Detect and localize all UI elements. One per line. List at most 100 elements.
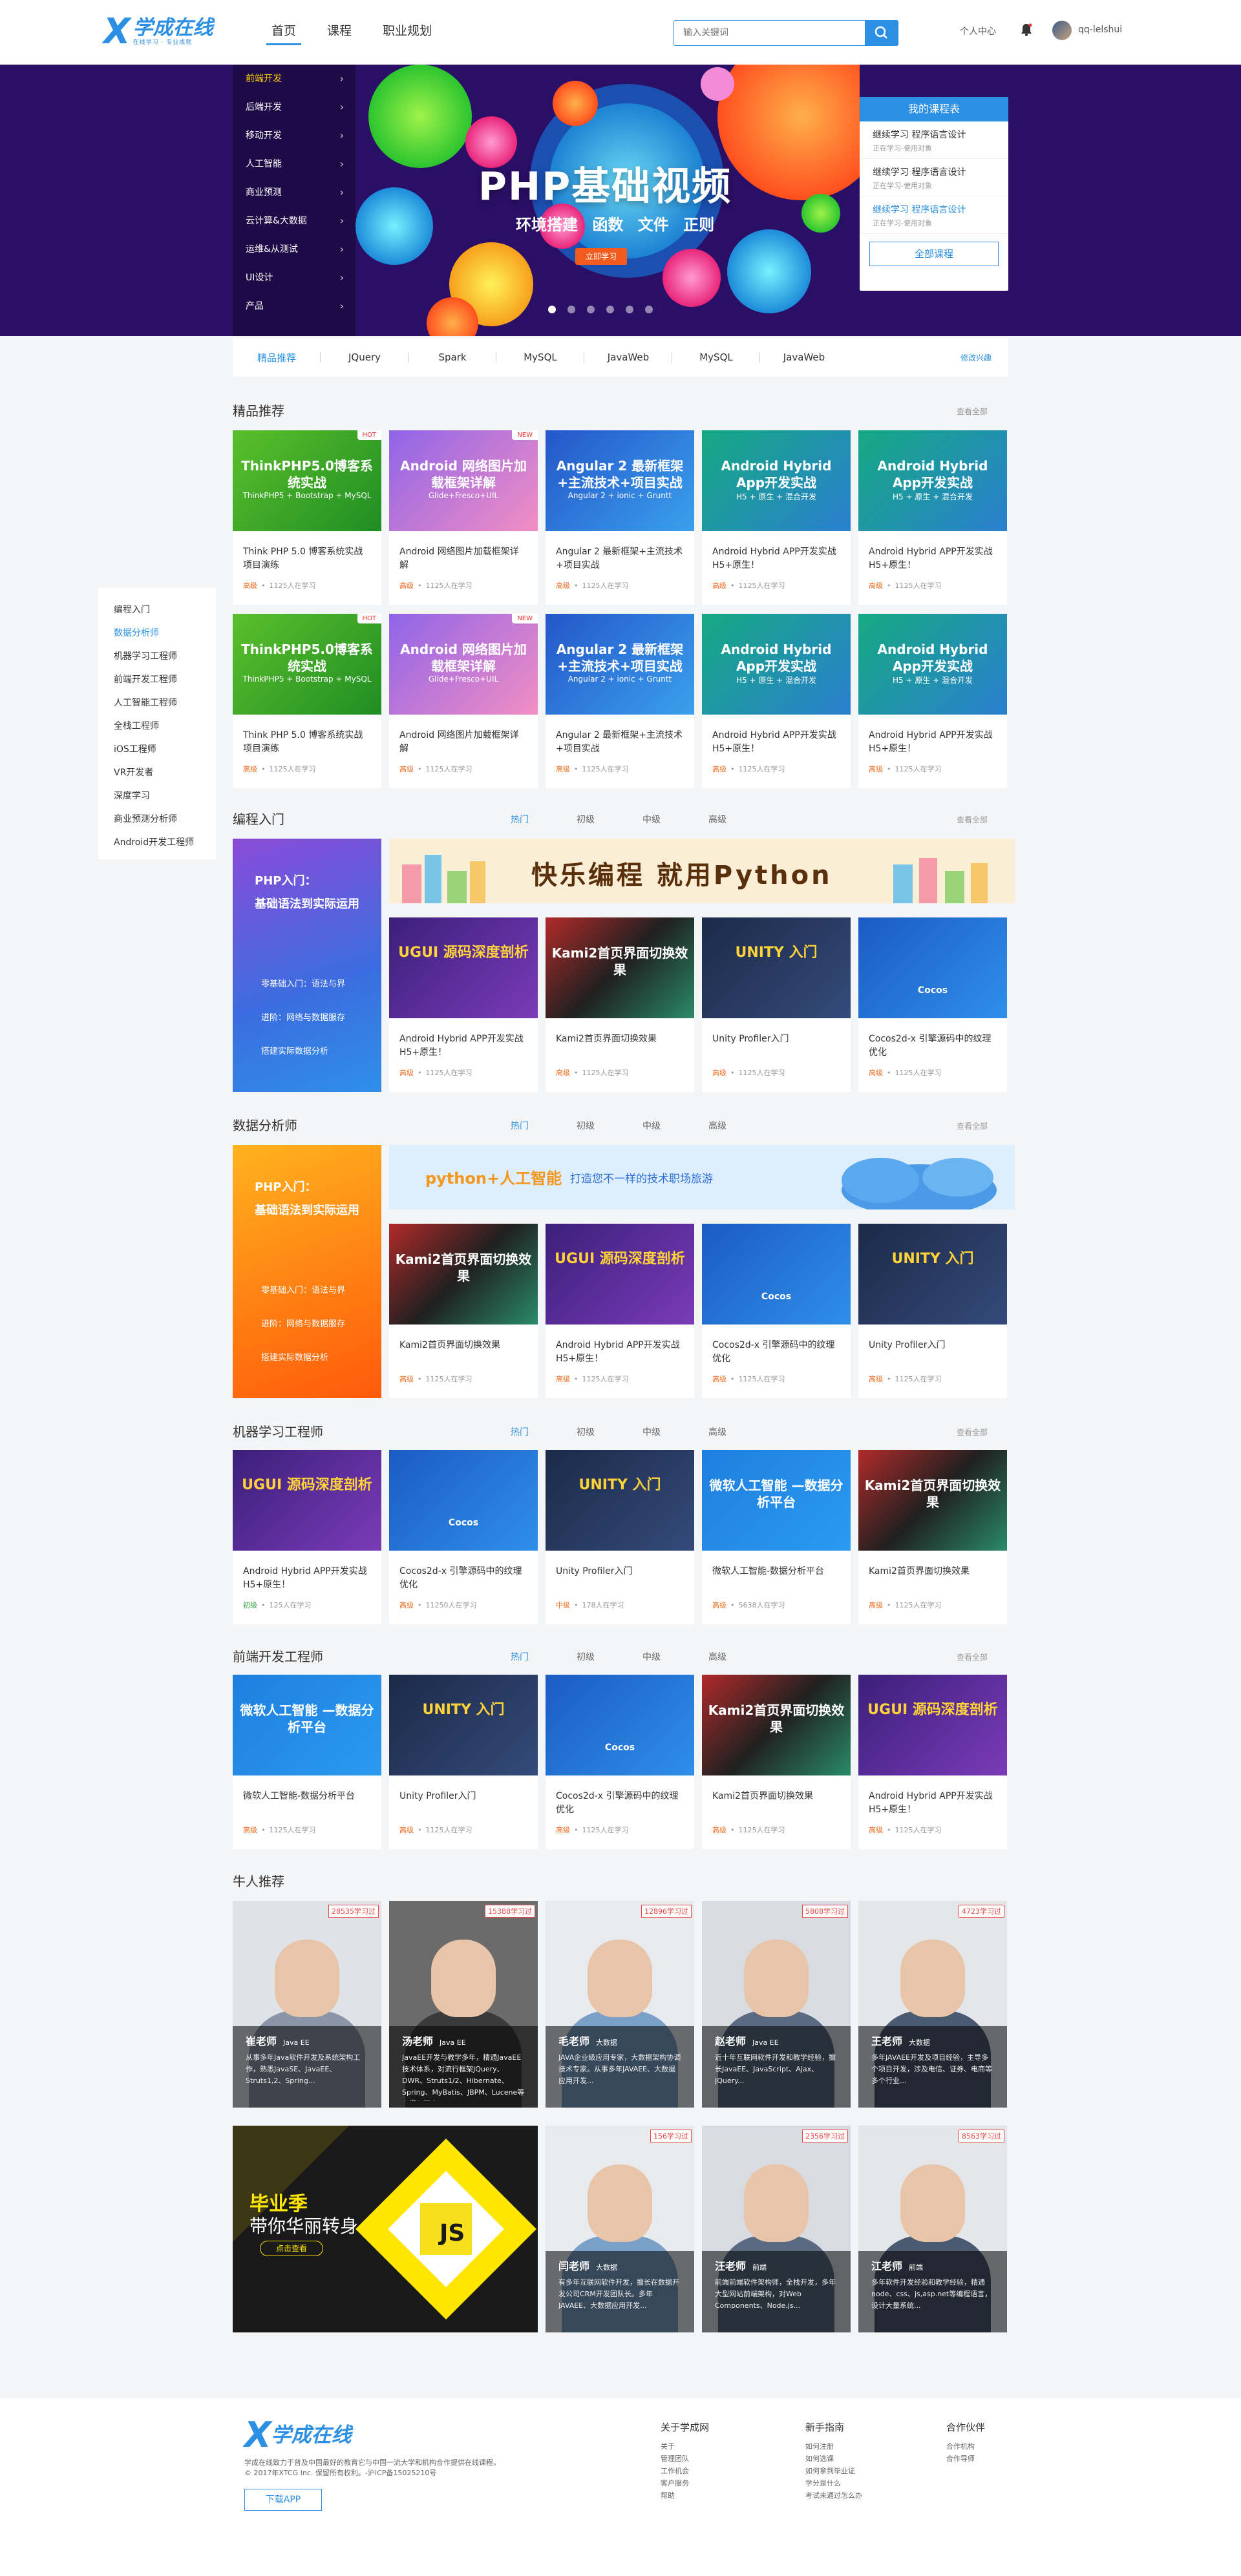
nav-home[interactable]: 首页 <box>266 17 302 45</box>
course-card[interactable]: Cocos Cocos2d-x 引擎源码中的纹理优化 高级 • 1125人在学习 <box>702 1224 851 1398</box>
course-card[interactable]: Cocos Cocos2d-x 引擎源码中的纹理优化 高级 • 11250人在学习 <box>389 1450 538 1624</box>
course-cover[interactable]: UGUI 源码深度剖析 <box>233 1450 381 1551</box>
course-card[interactable]: UNITY 入门 Unity Profiler入门 高级 • 1125人在学习 <box>858 1224 1007 1398</box>
carousel-dot[interactable] <box>567 306 575 313</box>
course-cover[interactable]: Android Hybrid App开发实战 H5 + 原生 + 混合开发 <box>702 614 851 715</box>
fe-view-all[interactable]: 查看全部 <box>957 1651 988 1662</box>
search-button[interactable] <box>865 20 898 46</box>
course-cover[interactable]: ThinkPHP5.0博客系统实战 ThinkPHP5 + Bootstrap +… <box>233 614 381 715</box>
tag-item[interactable]: JavaWeb <box>584 351 672 363</box>
footer-logo[interactable]: X 学成在线 <box>244 2418 352 2453</box>
tab-beginner[interactable]: 初级 <box>577 813 642 826</box>
footer-link[interactable]: 合作机构 <box>946 2440 985 2453</box>
course-cover[interactable]: UGUI 源码深度剖析 <box>858 1675 1007 1775</box>
course-title[interactable]: Android Hybrid APP开发实战 H5+原生！ <box>702 715 851 756</box>
course-cover[interactable]: UGUI 源码深度剖析 <box>389 917 538 1018</box>
side-nav-item[interactable]: iOS工程师 <box>98 738 216 761</box>
tab-hot[interactable]: 热门 <box>511 1119 577 1132</box>
side-nav-item[interactable]: 人工智能工程师 <box>98 691 216 715</box>
course-title[interactable]: Android 网络图片加载框架详解 <box>389 531 538 572</box>
category-item[interactable]: 产品 › <box>233 292 355 320</box>
teacher-card[interactable]: 4723学习过 王老师 大数据 多年JAVAEE开发及项目经验，主导多个项目开发，涉及… <box>858 1901 1007 2108</box>
course-title[interactable]: Cocos2d-x 引擎源码中的纹理优化 <box>858 1018 1007 1060</box>
course-title[interactable]: Think PHP 5.0 博客系统实战项目演练 <box>233 531 381 572</box>
course-cover[interactable]: UNITY 入门 <box>858 1224 1007 1325</box>
footer-link[interactable]: 帮助 <box>661 2489 709 2502</box>
course-card[interactable]: Cocos Cocos2d-x 引擎源码中的纹理优化 高级 • 1125人在学习 <box>546 1675 694 1849</box>
course-title[interactable]: Kami2首页界面切换效果 <box>702 1775 851 1817</box>
course-title[interactable]: Cocos2d-x 引擎源码中的纹理优化 <box>389 1551 538 1592</box>
course-card[interactable]: UGUI 源码深度剖析 Android Hybrid APP开发实战 H5+原生！… <box>389 917 538 1092</box>
intro-view-all[interactable]: 查看全部 <box>957 814 988 825</box>
course-card[interactable]: Cocos Cocos2d-x 引擎源码中的纹理优化 高级 • 1125人在学习 <box>858 917 1007 1092</box>
course-title[interactable]: Kami2首页界面切换效果 <box>858 1551 1007 1592</box>
tab-intermediate[interactable]: 中级 <box>642 1119 708 1132</box>
edit-interests-link[interactable]: 修改兴趣 <box>960 352 992 363</box>
category-item[interactable]: UI设计 › <box>233 264 355 292</box>
category-item[interactable]: 移动开发 › <box>233 121 355 150</box>
tag-item[interactable]: MySQL <box>496 351 584 363</box>
footer-link[interactable]: 工作机会 <box>661 2465 709 2477</box>
course-cover[interactable]: Cocos <box>389 1450 538 1551</box>
side-nav-item[interactable]: 商业预测分析师 <box>98 808 216 831</box>
tag-item[interactable]: JQuery <box>321 351 408 363</box>
course-title[interactable]: Android Hybrid APP开发实战 H5+原生！ <box>702 531 851 572</box>
course-cover[interactable]: Kami2首页界面切换效果 <box>389 1224 538 1325</box>
tab-beginner[interactable]: 初级 <box>577 1650 642 1663</box>
tab-advanced[interactable]: 高级 <box>708 1650 774 1663</box>
footer-link[interactable]: 学分是什么 <box>805 2477 862 2489</box>
tab-intermediate[interactable]: 中级 <box>642 813 708 826</box>
course-title[interactable]: Think PHP 5.0 博客系统实战项目演练 <box>233 715 381 756</box>
course-card[interactable]: Kami2首页界面切换效果 Kami2首页界面切换效果 高级 • 1125人在学习 <box>858 1450 1007 1624</box>
tab-advanced[interactable]: 高级 <box>708 1119 774 1132</box>
python-ai-banner[interactable]: python+人工智能 打造您不一样的技术职场旅游 <box>389 1145 1015 1209</box>
view-more-button[interactable]: 点击查看 <box>260 2241 323 2256</box>
personal-center-link[interactable]: 个人中心 <box>960 25 996 37</box>
course-title[interactable]: 微软人工智能-数据分析平台 <box>233 1775 381 1817</box>
bell-icon[interactable] <box>1019 22 1034 37</box>
tag-item[interactable]: MySQL <box>672 351 760 363</box>
course-cover[interactable]: Android 网络图片加载框架详解 Glide+Fresco+UIL NEW <box>389 614 538 715</box>
tag-item[interactable]: JavaWeb <box>760 351 848 363</box>
course-card[interactable]: Android 网络图片加载框架详解 Glide+Fresco+UIL NEW And… <box>389 614 538 788</box>
course-title[interactable]: Android Hybrid APP开发实战 H5+原生！ <box>389 1018 538 1060</box>
my-course-item[interactable]: 继续学习 程序语言设计 正在学习-使用对象 <box>860 159 1008 196</box>
tab-advanced[interactable]: 高级 <box>708 1425 774 1438</box>
category-item[interactable]: 云计算&大数据 › <box>233 207 355 235</box>
footer-link[interactable]: 考试未通过怎么办 <box>805 2489 862 2502</box>
course-card[interactable]: Android 网络图片加载框架详解 Glide+Fresco+UIL NEW And… <box>389 430 538 605</box>
python-banner[interactable]: 快乐编程 就用Python <box>389 839 1015 903</box>
course-card[interactable]: Android Hybrid App开发实战 H5 + 原生 + 混合开发 Andr… <box>858 430 1007 605</box>
ml-view-all[interactable]: 查看全部 <box>957 1427 988 1438</box>
course-title[interactable]: Cocos2d-x 引擎源码中的纹理优化 <box>702 1325 851 1366</box>
nav-courses[interactable]: 课程 <box>322 17 357 45</box>
course-cover[interactable]: Kami2首页界面切换效果 <box>546 917 694 1018</box>
tab-hot[interactable]: 热门 <box>511 1650 577 1663</box>
course-title[interactable]: Unity Profiler入门 <box>858 1325 1007 1366</box>
carousel-dot[interactable] <box>587 306 595 313</box>
site-logo[interactable]: X 学成在线 在线学习 · 专业成就 <box>103 14 213 49</box>
course-title[interactable]: Android Hybrid APP开发实战 H5+原生！ <box>233 1551 381 1592</box>
course-cover[interactable]: Kami2首页界面切换效果 <box>702 1675 851 1775</box>
course-card[interactable]: Kami2首页界面切换效果 Kami2首页界面切换效果 高级 • 1125人在学习 <box>702 1675 851 1849</box>
side-nav-item[interactable]: 机器学习工程师 <box>98 645 216 668</box>
course-title[interactable]: Angular 2 最新框架+主流技术+项目实战 <box>546 715 694 756</box>
category-item[interactable]: 后端开发 › <box>233 93 355 121</box>
featured-view-all[interactable]: 查看全部 <box>957 406 988 417</box>
tab-hot[interactable]: 热门 <box>511 813 577 826</box>
tab-advanced[interactable]: 高级 <box>708 813 774 826</box>
course-title[interactable]: 微软人工智能-数据分析平台 <box>702 1551 851 1592</box>
teacher-card[interactable]: 28535学习过 崔老师 Java EE 从事多年Java软件开发及系统架构工作，熟悉… <box>233 1901 381 2108</box>
carousel-dot[interactable] <box>626 306 633 313</box>
course-card[interactable]: ThinkPHP5.0博客系统实战 ThinkPHP5 + Bootstrap +… <box>233 614 381 788</box>
data-view-all[interactable]: 查看全部 <box>957 1120 988 1131</box>
side-nav-item[interactable]: VR开发者 <box>98 761 216 784</box>
course-card[interactable]: ThinkPHP5.0博客系统实战 ThinkPHP5 + Bootstrap +… <box>233 430 381 605</box>
footer-link[interactable]: 如何选课 <box>805 2453 862 2465</box>
course-card[interactable]: Android Hybrid App开发实战 H5 + 原生 + 混合开发 Andr… <box>858 614 1007 788</box>
course-card[interactable]: UNITY 入门 Unity Profiler入门 中级 • 178人在学习 <box>546 1450 694 1624</box>
course-cover[interactable]: Kami2首页界面切换效果 <box>858 1450 1007 1551</box>
side-nav-item[interactable]: Android开发工程师 <box>98 831 216 854</box>
course-card[interactable]: UNITY 入门 Unity Profiler入门 高级 • 1125人在学习 <box>389 1675 538 1849</box>
course-card[interactable]: UNITY 入门 Unity Profiler入门 高级 • 1125人在学习 <box>702 917 851 1092</box>
